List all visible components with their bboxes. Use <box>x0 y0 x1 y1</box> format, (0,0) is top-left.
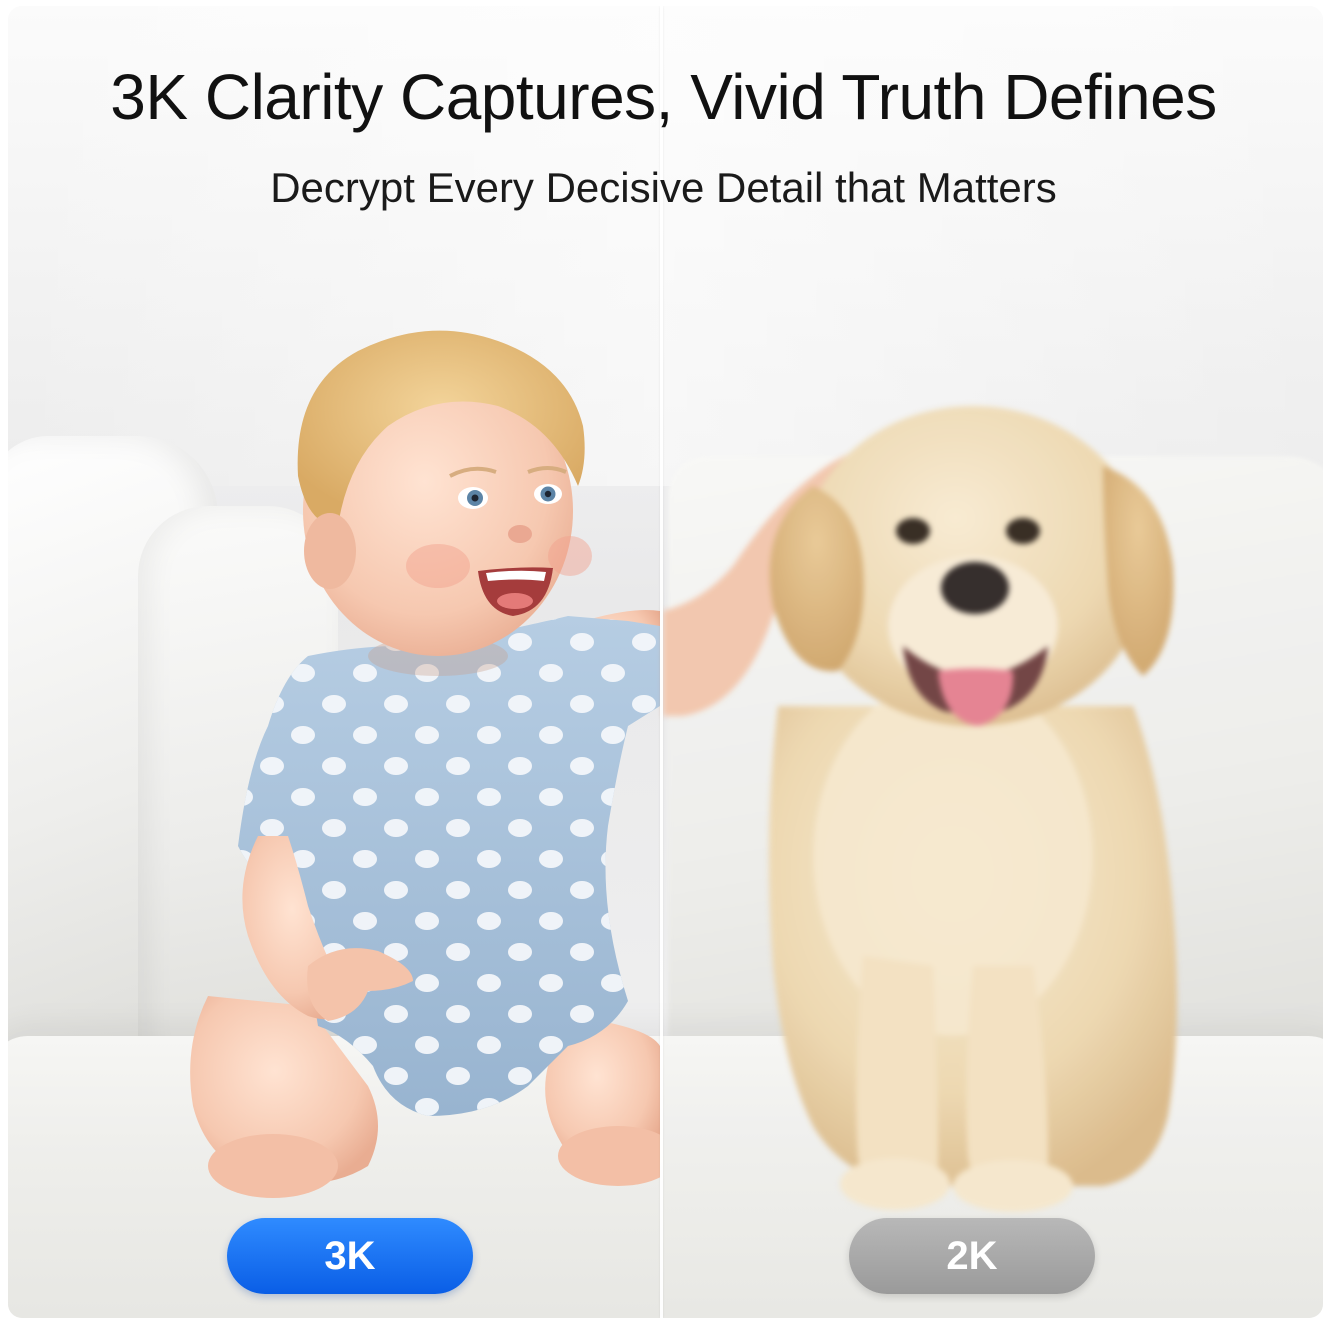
badge-2k: 2K <box>849 1218 1095 1294</box>
headline: 3K Clarity Captures, Vivid Truth Defines <box>110 61 1217 133</box>
subheadline: Decrypt Every Decisive Detail that Matte… <box>270 164 1057 211</box>
badge-2k-label: 2K <box>946 1233 998 1278</box>
badge-3k: 3K <box>227 1218 473 1294</box>
badge-3k-label: 3K <box>324 1233 376 1278</box>
